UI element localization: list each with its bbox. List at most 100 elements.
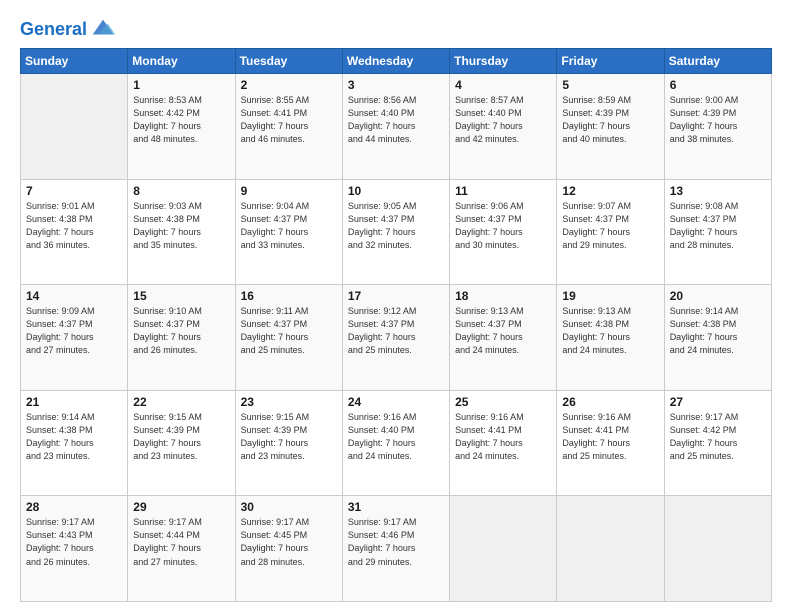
calendar-cell: 7 Sunrise: 9:01 AM Sunset: 4:38 PM Daylig… (21, 179, 128, 285)
col-thursday: Thursday (450, 49, 557, 74)
col-wednesday: Wednesday (342, 49, 449, 74)
day-info: Sunrise: 9:13 AM Sunset: 4:37 PM Dayligh… (455, 305, 551, 357)
calendar-cell: 17 Sunrise: 9:12 AM Sunset: 4:37 PM Dayli… (342, 285, 449, 391)
calendar-week-row: 28 Sunrise: 9:17 AM Sunset: 4:43 PM Dayli… (21, 496, 772, 602)
day-info: Sunrise: 9:16 AM Sunset: 4:40 PM Dayligh… (348, 411, 444, 463)
day-info: Sunrise: 9:07 AM Sunset: 4:37 PM Dayligh… (562, 200, 658, 252)
day-info: Sunrise: 9:06 AM Sunset: 4:37 PM Dayligh… (455, 200, 551, 252)
calendar-cell: 1 Sunrise: 8:53 AM Sunset: 4:42 PM Daylig… (128, 74, 235, 180)
day-number: 8 (133, 184, 229, 198)
day-info: Sunrise: 9:17 AM Sunset: 4:46 PM Dayligh… (348, 516, 444, 568)
day-number: 19 (562, 289, 658, 303)
calendar-cell: 3 Sunrise: 8:56 AM Sunset: 4:40 PM Daylig… (342, 74, 449, 180)
col-tuesday: Tuesday (235, 49, 342, 74)
day-number: 3 (348, 78, 444, 92)
day-number: 16 (241, 289, 337, 303)
calendar-cell: 5Sunrise: 8:59 AM Sunset: 4:39 PM Daylig… (557, 74, 664, 180)
day-info: Sunrise: 9:17 AM Sunset: 4:43 PM Dayligh… (26, 516, 122, 568)
day-number: 20 (670, 289, 766, 303)
day-number: 24 (348, 395, 444, 409)
calendar-cell: 21 Sunrise: 9:14 AM Sunset: 4:38 PM Dayli… (21, 390, 128, 496)
day-number: 9 (241, 184, 337, 198)
day-number: 17 (348, 289, 444, 303)
day-number: 25 (455, 395, 551, 409)
calendar-cell: 4 Sunrise: 8:57 AM Sunset: 4:40 PM Daylig… (450, 74, 557, 180)
col-friday: Friday (557, 49, 664, 74)
day-info: Sunrise: 8:56 AM Sunset: 4:40 PM Dayligh… (348, 94, 444, 146)
day-number: 6 (670, 78, 766, 92)
logo-icon (89, 14, 117, 42)
day-number: 22 (133, 395, 229, 409)
col-monday: Monday (128, 49, 235, 74)
day-number: 7 (26, 184, 122, 198)
day-info: Sunrise: 9:17 AM Sunset: 4:45 PM Dayligh… (241, 516, 337, 568)
calendar-cell: 18 Sunrise: 9:13 AM Sunset: 4:37 PM Dayli… (450, 285, 557, 391)
day-info: Sunrise: 9:12 AM Sunset: 4:37 PM Dayligh… (348, 305, 444, 357)
header: General (20, 18, 772, 38)
day-number: 5 (562, 78, 658, 92)
day-number: 28 (26, 500, 122, 514)
day-number: 2 (241, 78, 337, 92)
day-info: Sunrise: 9:11 AM Sunset: 4:37 PM Dayligh… (241, 305, 337, 357)
day-info: Sunrise: 8:57 AM Sunset: 4:40 PM Dayligh… (455, 94, 551, 146)
calendar-header-row: Sunday Monday Tuesday Wednesday Thursday… (21, 49, 772, 74)
calendar-cell: 6 Sunrise: 9:00 AM Sunset: 4:39 PM Daylig… (664, 74, 771, 180)
calendar-cell: 27Sunrise: 9:17 AM Sunset: 4:42 PM Dayli… (664, 390, 771, 496)
day-info: Sunrise: 9:14 AM Sunset: 4:38 PM Dayligh… (26, 411, 122, 463)
day-info: Sunrise: 9:16 AM Sunset: 4:41 PM Dayligh… (562, 411, 658, 463)
calendar-cell (450, 496, 557, 602)
day-info: Sunrise: 9:01 AM Sunset: 4:38 PM Dayligh… (26, 200, 122, 252)
day-number: 11 (455, 184, 551, 198)
calendar-cell: 25Sunrise: 9:16 AM Sunset: 4:41 PM Dayli… (450, 390, 557, 496)
day-info: Sunrise: 9:09 AM Sunset: 4:37 PM Dayligh… (26, 305, 122, 357)
calendar-cell: 20 Sunrise: 9:14 AM Sunset: 4:38 PM Dayli… (664, 285, 771, 391)
logo: General (20, 18, 117, 38)
day-number: 12 (562, 184, 658, 198)
col-sunday: Sunday (21, 49, 128, 74)
calendar-week-row: 21 Sunrise: 9:14 AM Sunset: 4:38 PM Dayli… (21, 390, 772, 496)
calendar-cell: 10Sunrise: 9:05 AM Sunset: 4:37 PM Dayli… (342, 179, 449, 285)
col-saturday: Saturday (664, 49, 771, 74)
calendar-cell: 15 Sunrise: 9:10 AM Sunset: 4:37 PM Dayli… (128, 285, 235, 391)
logo-text: General (20, 20, 87, 40)
day-info: Sunrise: 8:55 AM Sunset: 4:41 PM Dayligh… (241, 94, 337, 146)
day-number: 1 (133, 78, 229, 92)
calendar-cell: 12 Sunrise: 9:07 AM Sunset: 4:37 PM Dayli… (557, 179, 664, 285)
calendar-cell: 11 Sunrise: 9:06 AM Sunset: 4:37 PM Dayli… (450, 179, 557, 285)
day-number: 10 (348, 184, 444, 198)
day-info: Sunrise: 9:03 AM Sunset: 4:38 PM Dayligh… (133, 200, 229, 252)
calendar-cell: 13Sunrise: 9:08 AM Sunset: 4:37 PM Dayli… (664, 179, 771, 285)
calendar-cell: 14 Sunrise: 9:09 AM Sunset: 4:37 PM Dayli… (21, 285, 128, 391)
calendar-cell: 28 Sunrise: 9:17 AM Sunset: 4:43 PM Dayli… (21, 496, 128, 602)
day-info: Sunrise: 9:14 AM Sunset: 4:38 PM Dayligh… (670, 305, 766, 357)
day-number: 31 (348, 500, 444, 514)
day-info: Sunrise: 9:00 AM Sunset: 4:39 PM Dayligh… (670, 94, 766, 146)
day-info: Sunrise: 9:17 AM Sunset: 4:44 PM Dayligh… (133, 516, 229, 568)
calendar-cell (664, 496, 771, 602)
day-number: 29 (133, 500, 229, 514)
day-number: 21 (26, 395, 122, 409)
calendar-cell: 26 Sunrise: 9:16 AM Sunset: 4:41 PM Dayli… (557, 390, 664, 496)
day-number: 15 (133, 289, 229, 303)
day-number: 30 (241, 500, 337, 514)
page: General Sunday Monday Tuesday Wednes (0, 0, 792, 612)
day-number: 26 (562, 395, 658, 409)
day-number: 18 (455, 289, 551, 303)
calendar-cell: 22Sunrise: 9:15 AM Sunset: 4:39 PM Dayli… (128, 390, 235, 496)
calendar-cell (557, 496, 664, 602)
day-info: Sunrise: 9:13 AM Sunset: 4:38 PM Dayligh… (562, 305, 658, 357)
calendar-cell: 24 Sunrise: 9:16 AM Sunset: 4:40 PM Dayli… (342, 390, 449, 496)
day-info: Sunrise: 8:53 AM Sunset: 4:42 PM Dayligh… (133, 94, 229, 146)
calendar-cell: 29 Sunrise: 9:17 AM Sunset: 4:44 PM Dayli… (128, 496, 235, 602)
day-number: 14 (26, 289, 122, 303)
day-info: Sunrise: 9:10 AM Sunset: 4:37 PM Dayligh… (133, 305, 229, 357)
day-number: 4 (455, 78, 551, 92)
calendar-cell (21, 74, 128, 180)
calendar-week-row: 1 Sunrise: 8:53 AM Sunset: 4:42 PM Daylig… (21, 74, 772, 180)
calendar-table: Sunday Monday Tuesday Wednesday Thursday… (20, 48, 772, 602)
calendar-cell: 23Sunrise: 9:15 AM Sunset: 4:39 PM Dayli… (235, 390, 342, 496)
calendar-cell: 8 Sunrise: 9:03 AM Sunset: 4:38 PM Daylig… (128, 179, 235, 285)
calendar-cell: 9Sunrise: 9:04 AM Sunset: 4:37 PM Daylig… (235, 179, 342, 285)
day-info: Sunrise: 9:17 AM Sunset: 4:42 PM Dayligh… (670, 411, 766, 463)
calendar-cell: 16 Sunrise: 9:11 AM Sunset: 4:37 PM Dayli… (235, 285, 342, 391)
